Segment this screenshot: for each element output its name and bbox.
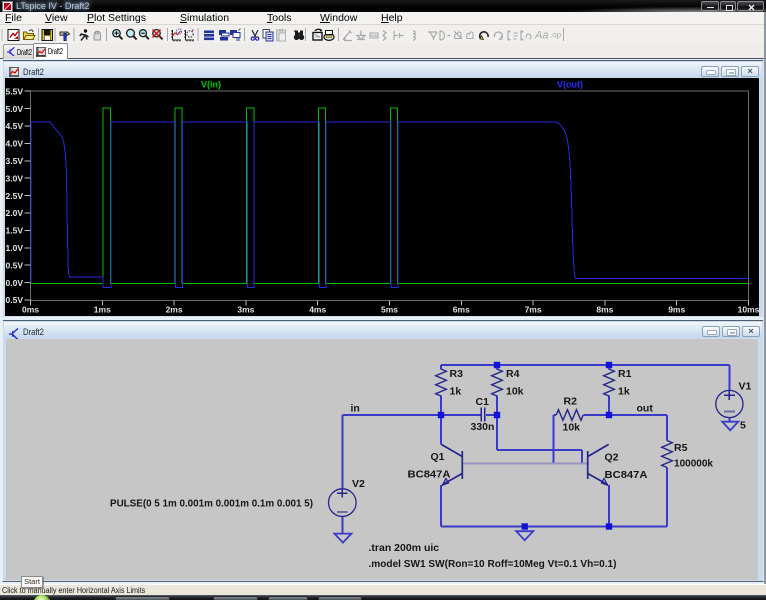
svg-text:0ms: 0ms (22, 305, 39, 315)
svg-text:5.5V: 5.5V (6, 86, 24, 96)
svg-text:R1: R1 (618, 368, 632, 380)
svg-text:7ms: 7ms (525, 305, 542, 315)
svg-text:5.0V: 5.0V (6, 104, 24, 114)
svg-text:5ms: 5ms (381, 305, 398, 315)
svg-text:V1: V1 (739, 381, 752, 393)
svg-text:10ms: 10ms (738, 305, 760, 315)
svg-text:9ms: 9ms (668, 305, 685, 315)
svg-text:.op: .op (550, 31, 562, 40)
svg-text:R4: R4 (506, 368, 520, 380)
svg-text:in: in (351, 403, 360, 415)
svg-text:3.5V: 3.5V (6, 156, 24, 166)
svg-text:V(in): V(in) (201, 80, 221, 90)
svg-text:.model SW1 SW(Ron=10 Roff=10Me: .model SW1 SW(Ron=10 Roff=10Meg Vt=0.1 V… (369, 558, 617, 570)
svg-text:Aa: Aa (534, 30, 548, 42)
svg-text:10k: 10k (563, 422, 581, 434)
svg-text:0.5V: 0.5V (6, 260, 24, 270)
svg-text:8ms: 8ms (596, 305, 613, 315)
svg-text:2.5V: 2.5V (6, 191, 24, 201)
svg-text:2ms: 2ms (166, 305, 183, 315)
svg-text:1ms: 1ms (94, 305, 111, 315)
svg-text:4ms: 4ms (309, 305, 326, 315)
svg-text:330n: 330n (471, 421, 495, 433)
svg-text:out: out (637, 403, 654, 415)
svg-text:4.0V: 4.0V (6, 139, 24, 149)
svg-text:V(out): V(out) (557, 80, 583, 90)
svg-text:5: 5 (740, 420, 746, 432)
svg-text:Q2: Q2 (605, 452, 619, 464)
svg-text:PULSE(0 5 1m 0.001m 0.001m 0.1: PULSE(0 5 1m 0.001m 0.001m 0.1m 0.001 5) (110, 498, 313, 510)
svg-text:100000k: 100000k (674, 458, 713, 470)
svg-text:R3: R3 (450, 368, 464, 380)
svg-text:.tran 200m uic: .tran 200m uic (369, 542, 440, 554)
svg-text:1k: 1k (450, 386, 462, 398)
svg-text:C1: C1 (476, 396, 490, 408)
svg-text:0.0V: 0.0V (6, 278, 24, 288)
svg-text:1.5V: 1.5V (6, 226, 24, 236)
svg-text:3ms: 3ms (237, 305, 254, 315)
svg-text:1k: 1k (618, 386, 630, 398)
svg-text:BC847A: BC847A (605, 469, 648, 481)
svg-text:1.0V: 1.0V (6, 243, 24, 253)
svg-text:2.0V: 2.0V (6, 208, 24, 218)
svg-text:4.5V: 4.5V (6, 121, 24, 131)
svg-text:6ms: 6ms (453, 305, 470, 315)
svg-text:BC847A: BC847A (408, 469, 451, 481)
svg-text:-0.5V: -0.5V (3, 295, 24, 305)
svg-text:V2: V2 (352, 478, 365, 490)
svg-text:R2: R2 (564, 396, 578, 408)
svg-text:10k: 10k (506, 386, 524, 398)
svg-text:3.0V: 3.0V (6, 173, 24, 183)
svg-text:Q1: Q1 (431, 451, 445, 463)
svg-text:R5: R5 (674, 442, 688, 454)
